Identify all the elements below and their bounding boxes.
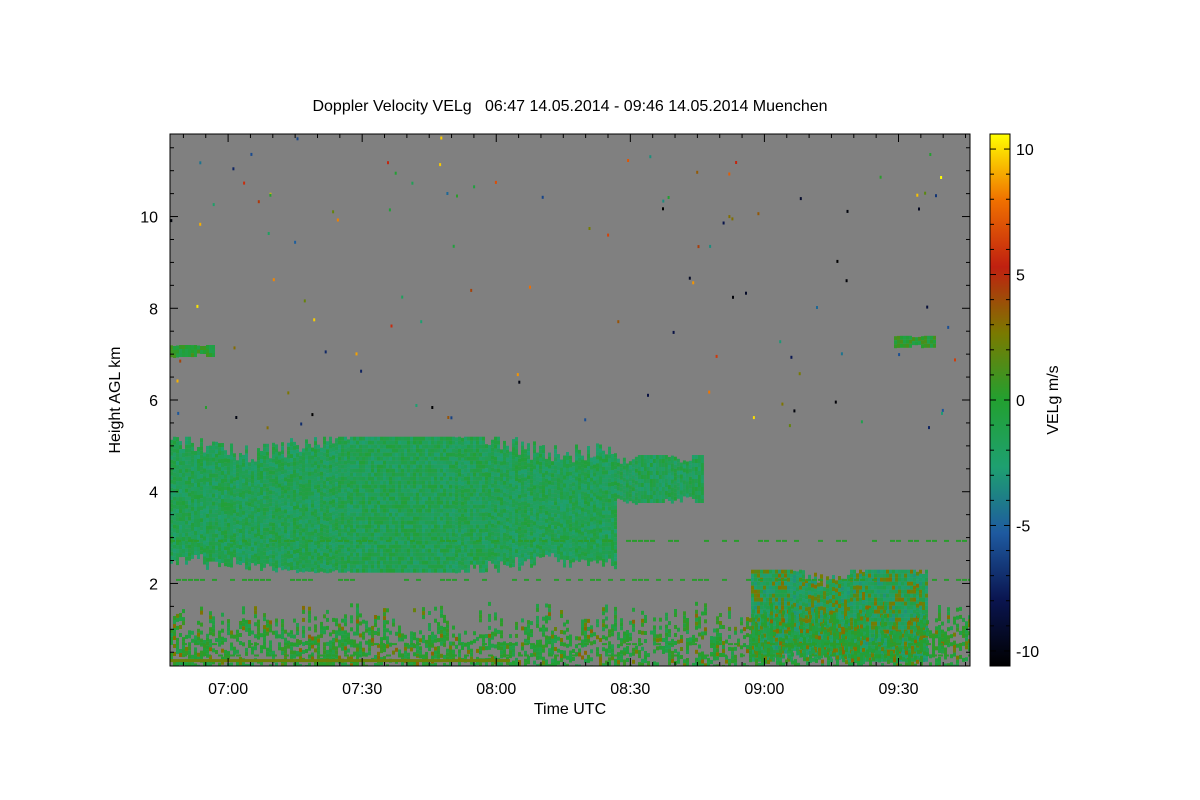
x-tick-label: 09:00	[744, 681, 784, 698]
plot-area	[170, 134, 970, 666]
y-tick-label: 6	[149, 393, 158, 410]
ground-echo	[170, 659, 510, 663]
colorbar-tick-label: 5	[1016, 268, 1025, 285]
y-tick-label: 2	[149, 576, 158, 593]
colorbar-tick-label: 0	[1016, 393, 1025, 410]
x-tick-label: 09:30	[878, 681, 918, 698]
y-tick-label: 8	[149, 301, 158, 318]
colorbar-tick-label: -10	[1016, 644, 1039, 661]
echo-region	[170, 345, 215, 358]
colorbar-label: VELg m/s	[1045, 365, 1062, 434]
x-tick-label: 08:00	[476, 681, 516, 698]
colorbar-tick-label: 10	[1016, 142, 1034, 159]
x-tick-label: 07:30	[342, 681, 382, 698]
chart: 07:00 07:30 08:00 08:30 09:00 09:30 2 4 6 8 10 Ti…	[107, 133, 1062, 718]
x-tick-label: 08:30	[610, 681, 650, 698]
colorbar-tick-label: -5	[1016, 519, 1030, 536]
y-tick-label: 4	[149, 485, 158, 502]
y-axis-label: Height AGL km	[107, 346, 124, 453]
x-tick-label: 07:00	[208, 681, 248, 698]
y-tick-label: 10	[140, 210, 158, 227]
x-axis-label: Time UTC	[534, 701, 606, 718]
